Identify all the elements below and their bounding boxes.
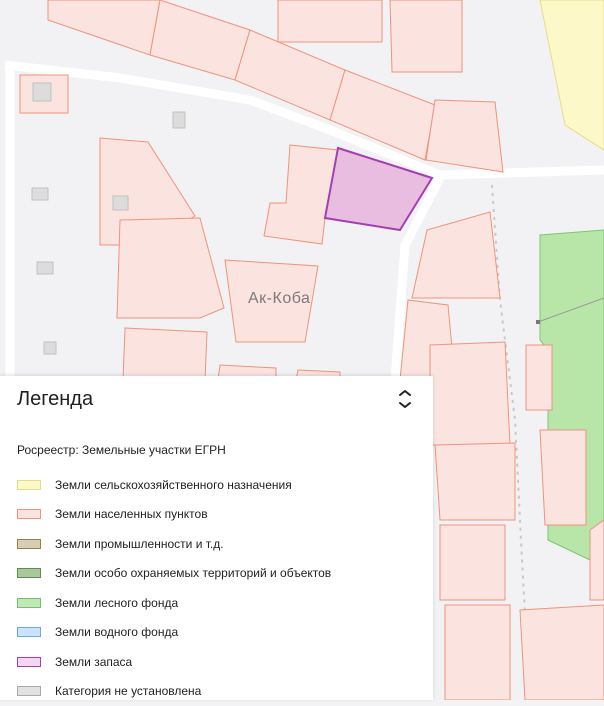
legend-layer-title: Росреестр: Земельные участки ЕГРН (17, 443, 226, 457)
legend-item-label: Земли водного фонда (55, 625, 178, 639)
legend-item-label: Земли особо охраняемых территорий и объе… (55, 566, 331, 580)
legend-swatch (17, 627, 41, 637)
place-label: Ак-Коба (248, 290, 310, 308)
legend-swatch (17, 509, 41, 519)
legend-item-label: Категория не установлена (55, 684, 201, 698)
legend-item-label: Земли населенных пунктов (55, 507, 208, 521)
legend-item[interactable]: Земли водного фонда (17, 618, 331, 648)
legend-swatch (17, 686, 41, 696)
legend-swatch (17, 539, 41, 549)
legend-item-label: Земли промышленности и т.д. (55, 537, 224, 551)
legend-item-label: Земли сельскохозяйственного назначения (55, 478, 292, 492)
legend-collapse-button[interactable] (393, 386, 417, 414)
legend-item[interactable]: Категория не установлена (17, 677, 331, 706)
legend-item-label: Земли лесного фонда (55, 596, 178, 610)
legend-title: Легенда (17, 388, 93, 411)
legend-item[interactable]: Земли запаса (17, 647, 331, 677)
legend-swatch (17, 657, 41, 667)
legend-item[interactable]: Земли особо охраняемых территорий и объе… (17, 559, 331, 589)
chevrons-collapse-icon (393, 386, 417, 414)
legend-swatch (17, 598, 41, 608)
legend-swatch (17, 480, 41, 490)
legend-item[interactable]: Земли сельскохозяйственного назначения (17, 470, 331, 500)
legend-item[interactable]: Земли лесного фонда (17, 588, 331, 618)
legend-list: Земли сельскохозяйственного назначения З… (17, 470, 331, 706)
legend-swatch (17, 568, 41, 578)
small-marker (536, 320, 540, 324)
legend-item[interactable]: Земли населенных пунктов (17, 500, 331, 530)
legend-item[interactable]: Земли промышленности и т.д. (17, 529, 331, 559)
legend-item-label: Земли запаса (55, 655, 132, 669)
